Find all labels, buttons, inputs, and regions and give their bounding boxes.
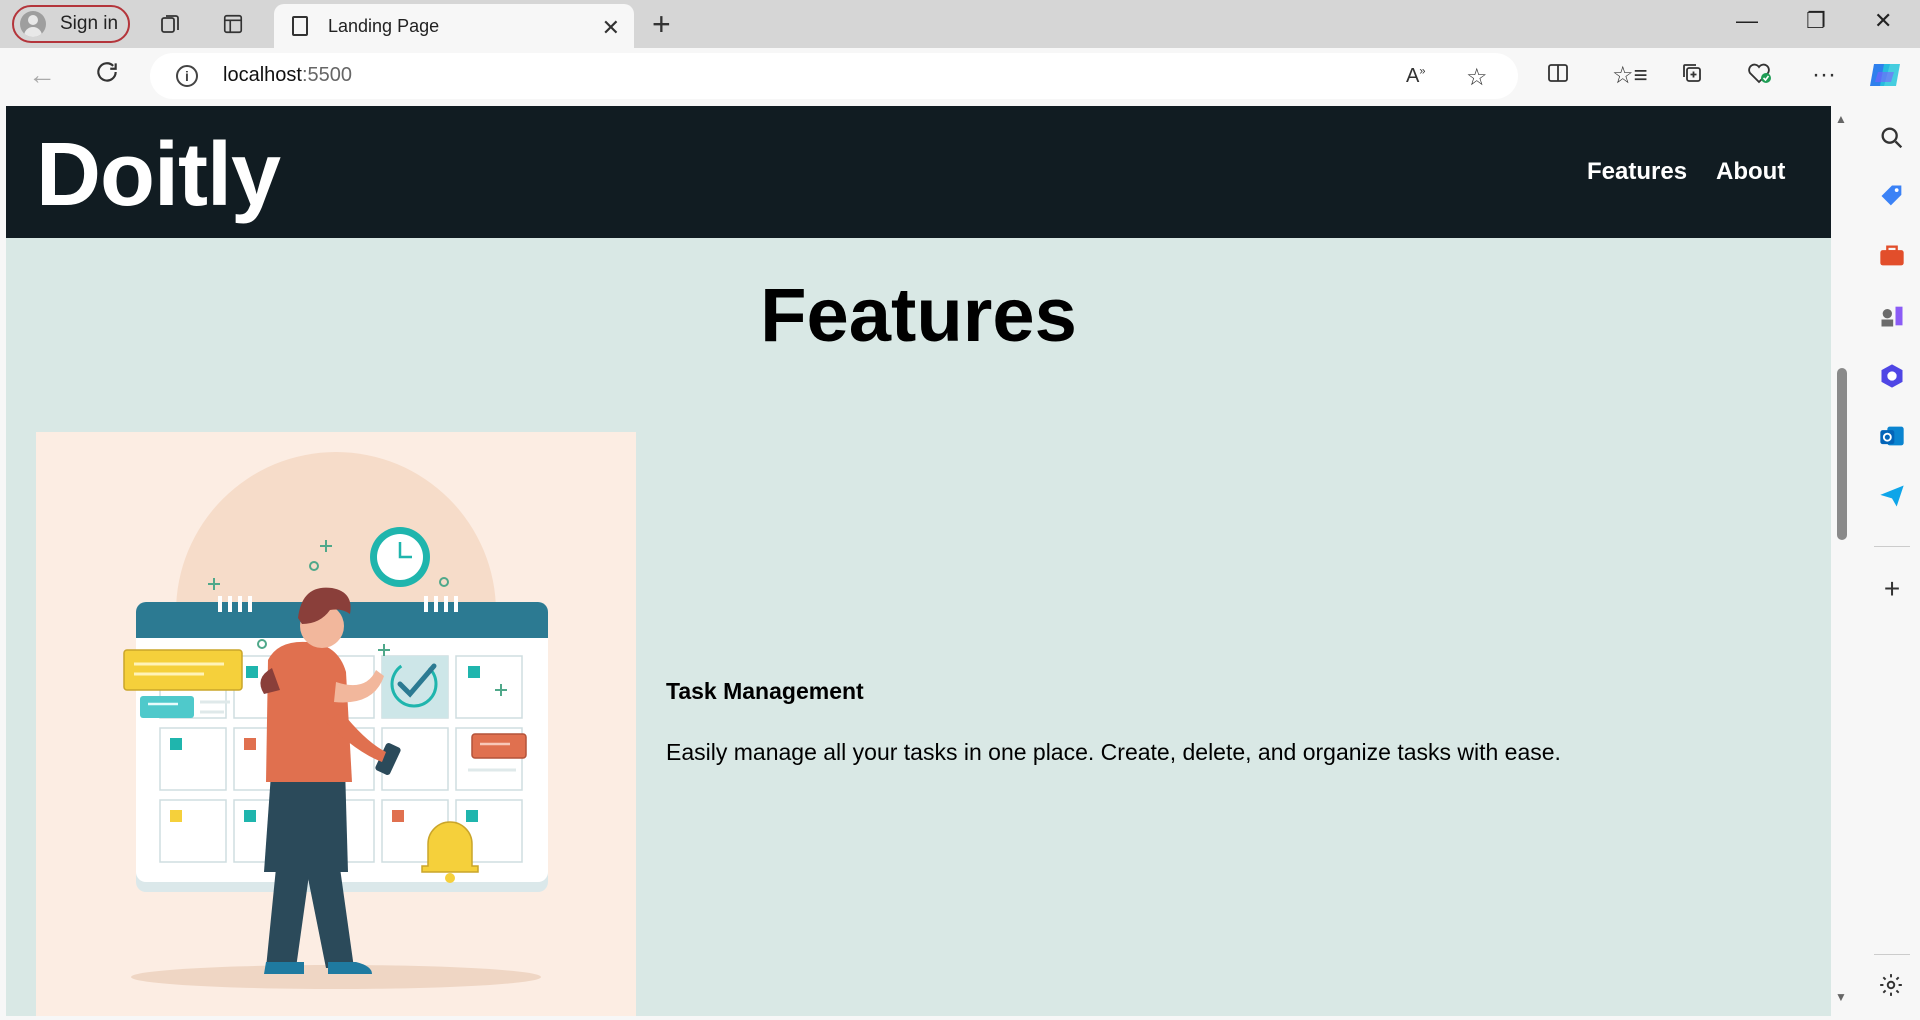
restore-icon[interactable]: ❐ [1806, 8, 1826, 34]
scrollbar-thumb[interactable] [1837, 368, 1847, 540]
site-info-icon[interactable]: i [176, 65, 198, 87]
scroll-down-arrow-icon[interactable]: ▼ [1835, 990, 1847, 1004]
page-viewport: Doitly Features About Features Task Mana… [6, 106, 1831, 1016]
shopping-tag-icon[interactable] [1878, 182, 1906, 210]
send-paper-plane-icon[interactable] [1878, 482, 1906, 510]
search-icon[interactable] [1878, 124, 1906, 152]
collections-icon[interactable] [1680, 61, 1704, 92]
site-logo[interactable]: Doitly [36, 124, 281, 227]
edge-sidebar: + [1864, 106, 1920, 1020]
feature-description: Easily manage all your tasks in one plac… [666, 739, 1561, 765]
tab-title: Landing Page [328, 15, 440, 36]
read-aloud-icon[interactable]: A» [1406, 65, 1425, 88]
sign-in-button[interactable]: Sign in [12, 5, 130, 43]
games-icon[interactable] [1878, 302, 1906, 330]
browser-essentials-icon[interactable] [1746, 61, 1772, 92]
more-options-icon[interactable]: ··· [1812, 61, 1836, 89]
settings-gear-icon[interactable] [1878, 972, 1906, 1000]
new-tab-button[interactable]: + [652, 6, 671, 43]
site-header: Doitly Features About [6, 106, 1831, 238]
microsoft-365-icon[interactable] [1878, 362, 1906, 390]
feature-title: Task Management [666, 678, 864, 704]
nav-link-about[interactable]: About [1716, 158, 1785, 186]
url-text[interactable]: localhost:5500 [223, 64, 352, 87]
split-screen-icon[interactable] [1546, 61, 1570, 92]
page-icon [292, 16, 308, 36]
nav-link-features[interactable]: Features [1587, 158, 1687, 186]
tab-strip: Sign in Landing Page ✕ + — ❐ ✕ [0, 0, 1920, 48]
task-management-illustration [36, 432, 636, 1016]
copilot-icon[interactable] [1868, 58, 1904, 99]
favorites-icon[interactable]: ☆≡ [1612, 61, 1648, 90]
refresh-icon[interactable] [94, 59, 120, 92]
address-bar[interactable]: i localhost:5500 A» ☆ [150, 53, 1518, 99]
browser-toolbar: ← i localhost:5500 A» ☆ ☆≡ ··· [0, 48, 1920, 106]
sidebar-divider [1874, 954, 1910, 955]
sign-in-label: Sign in [60, 13, 119, 34]
minimize-icon[interactable]: — [1736, 8, 1758, 34]
tools-briefcase-icon[interactable] [1878, 242, 1906, 270]
add-sidebar-app-icon[interactable]: + [1878, 575, 1906, 604]
close-tab-icon[interactable]: ✕ [602, 15, 620, 41]
favorite-star-icon[interactable]: ☆ [1466, 63, 1488, 92]
outlook-icon[interactable] [1878, 422, 1906, 450]
features-heading: Features [760, 273, 1077, 358]
page-scrollbar[interactable]: ▲ ▼ [1831, 106, 1853, 1016]
tab-landing-page[interactable]: Landing Page ✕ [274, 4, 634, 48]
scroll-up-arrow-icon[interactable]: ▲ [1835, 112, 1847, 126]
workspaces-icon[interactable] [156, 9, 186, 39]
profile-avatar-icon [20, 11, 46, 37]
close-window-icon[interactable]: ✕ [1874, 8, 1892, 34]
sidebar-divider [1874, 546, 1910, 547]
back-icon[interactable]: ← [28, 59, 56, 91]
vertical-tabs-icon[interactable] [218, 9, 248, 39]
